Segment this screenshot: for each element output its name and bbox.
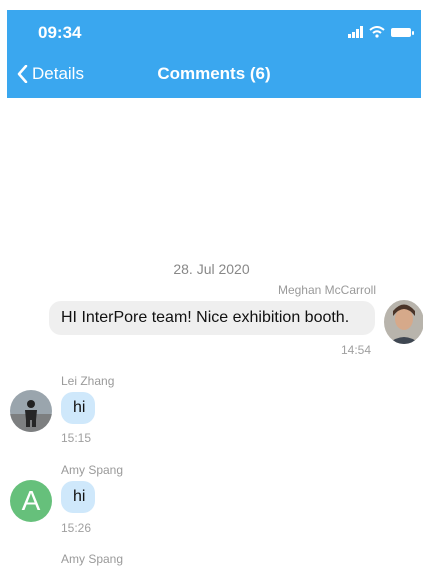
status-icons [348, 25, 414, 39]
message-bubble[interactable]: HI InterPore team! Nice exhibition booth… [49, 301, 375, 335]
message-text: hi [73, 488, 86, 505]
date-separator: 28. Jul 2020 [173, 261, 250, 277]
avatar[interactable] [10, 390, 52, 432]
sender-name: Amy Spang [61, 463, 124, 477]
navigation-bar: 09:34 Details Comments (6) [7, 10, 421, 98]
message-time: 15:26 [61, 521, 92, 535]
message-bubble[interactable]: hi [61, 392, 95, 424]
signal-icon [348, 26, 363, 38]
sender-name: Meghan McCarroll [277, 283, 376, 297]
message-text: HI InterPore team! Nice exhibition booth… [61, 309, 350, 326]
message-text: hi [73, 399, 86, 416]
avatar[interactable]: A [10, 480, 52, 522]
wifi-icon [369, 26, 385, 38]
avatar[interactable] [384, 300, 423, 344]
status-time: 09:34 [38, 23, 82, 42]
message-time: 15:15 [61, 431, 92, 445]
page-title: Comments (6) [157, 64, 271, 83]
message-time: 14:54 [341, 343, 372, 357]
message-bubble[interactable]: hi [61, 481, 95, 513]
battery-icon [391, 27, 414, 37]
sender-name: Lei Zhang [61, 374, 115, 388]
